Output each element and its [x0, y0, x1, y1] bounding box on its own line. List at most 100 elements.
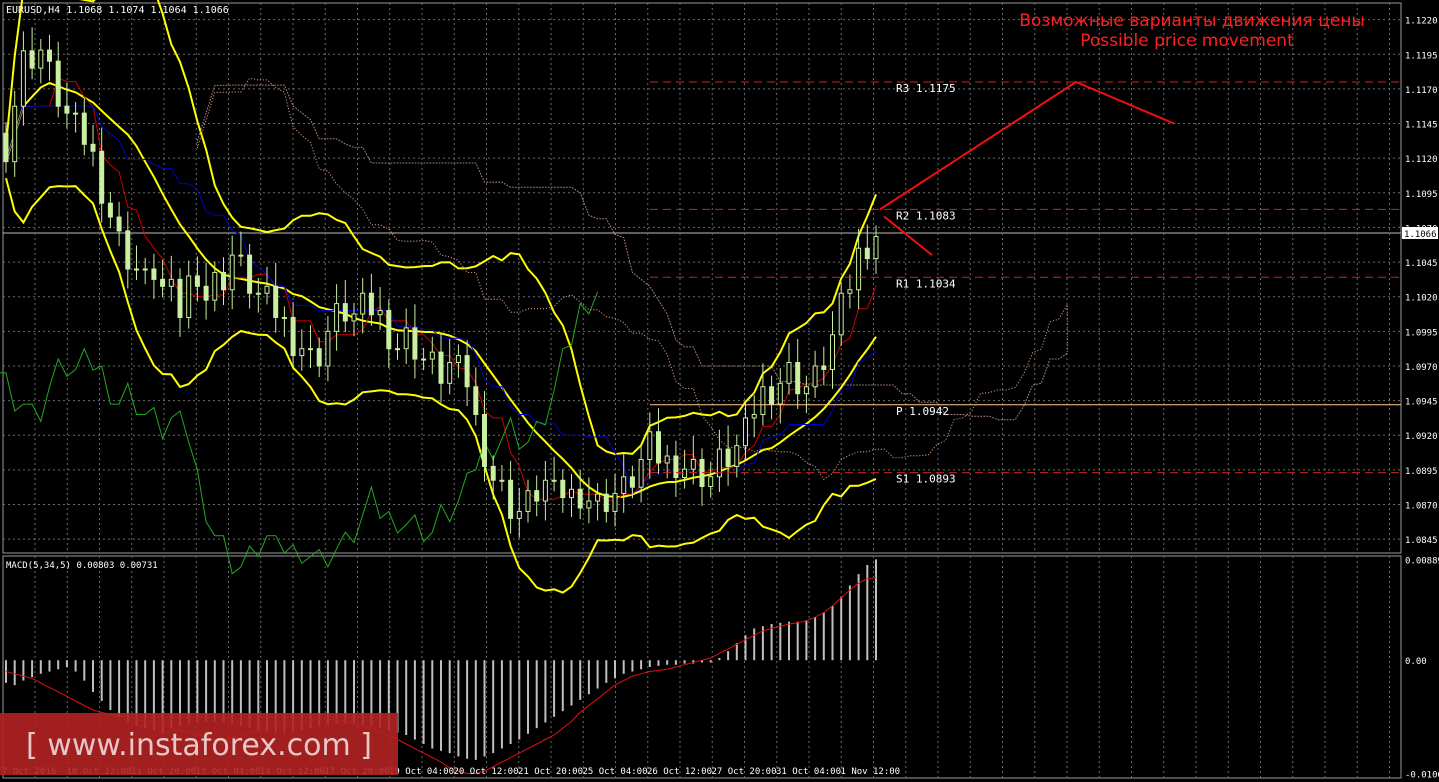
- candle-body[interactable]: [769, 386, 775, 405]
- candle-body[interactable]: [525, 490, 531, 512]
- candle-body[interactable]: [360, 292, 366, 315]
- candle-body[interactable]: [560, 479, 566, 499]
- candle-body[interactable]: [864, 247, 870, 260]
- candle-body[interactable]: [368, 292, 374, 316]
- candle-body[interactable]: [438, 351, 444, 384]
- candle-body[interactable]: [64, 105, 70, 114]
- candle-body[interactable]: [186, 275, 192, 318]
- candle-body[interactable]: [838, 292, 844, 336]
- candle-body[interactable]: [12, 105, 18, 163]
- candle-body[interactable]: [725, 448, 731, 467]
- candle-body[interactable]: [551, 479, 557, 482]
- candle-body[interactable]: [577, 488, 583, 509]
- candle-body[interactable]: [255, 292, 261, 295]
- candle-body[interactable]: [203, 285, 209, 301]
- candle-body[interactable]: [542, 479, 548, 502]
- candle-body[interactable]: [395, 348, 400, 351]
- candle-body[interactable]: [473, 386, 479, 415]
- candle-body[interactable]: [455, 355, 461, 364]
- candle-body[interactable]: [377, 310, 383, 316]
- candle-body[interactable]: [107, 202, 113, 218]
- candle-body[interactable]: [151, 268, 157, 280]
- candle-body[interactable]: [177, 278, 183, 318]
- candle-body[interactable]: [325, 330, 331, 367]
- candle-body[interactable]: [751, 413, 757, 419]
- candle-body[interactable]: [229, 254, 235, 291]
- candle-body[interactable]: [621, 476, 627, 494]
- candle-body[interactable]: [273, 285, 279, 318]
- candle-body[interactable]: [664, 455, 670, 464]
- candle-body[interactable]: [116, 216, 122, 232]
- candle-body[interactable]: [316, 348, 322, 367]
- chart-canvas[interactable]: R3 1.1175 R2 1.1083 R1 1.1034 P 1.0942 S1 1.…: [0, 0, 1439, 782]
- candle-body[interactable]: [99, 150, 105, 204]
- candle-body[interactable]: [20, 50, 26, 107]
- candle-body[interactable]: [81, 112, 87, 145]
- candle-body[interactable]: [708, 476, 714, 488]
- candle-body[interactable]: [134, 268, 139, 271]
- candle-body[interactable]: [873, 235, 879, 260]
- candle-body[interactable]: [142, 268, 148, 271]
- candle-body[interactable]: [743, 417, 748, 447]
- candle-body[interactable]: [342, 303, 348, 322]
- candle-body[interactable]: [299, 348, 305, 357]
- candle-body[interactable]: [73, 112, 79, 115]
- candle-body[interactable]: [516, 510, 522, 519]
- candle-body[interactable]: [29, 50, 35, 69]
- candles[interactable]: [3, 27, 879, 538]
- candle-body[interactable]: [629, 476, 635, 488]
- candle-body[interactable]: [429, 351, 435, 360]
- candle-body[interactable]: [38, 49, 44, 69]
- candle-body[interactable]: [160, 278, 166, 287]
- candle-body[interactable]: [386, 310, 392, 350]
- candle-body[interactable]: [673, 455, 679, 478]
- candle-body[interactable]: [334, 303, 340, 332]
- candle-body[interactable]: [482, 413, 487, 467]
- candle-body[interactable]: [412, 327, 418, 360]
- candle-body[interactable]: [212, 271, 218, 301]
- candle-body[interactable]: [421, 358, 427, 361]
- candle-body[interactable]: [221, 271, 226, 291]
- candle-body[interactable]: [403, 327, 409, 350]
- candle-body[interactable]: [194, 275, 200, 287]
- candle-body[interactable]: [847, 289, 853, 294]
- candle-body[interactable]: [490, 465, 496, 481]
- candle-body[interactable]: [351, 313, 357, 322]
- candle-body[interactable]: [682, 468, 688, 478]
- candle-body[interactable]: [534, 490, 540, 502]
- candle-body[interactable]: [55, 60, 61, 107]
- candle-body[interactable]: [856, 247, 862, 291]
- candle-body[interactable]: [734, 445, 740, 467]
- candle-body[interactable]: [499, 479, 505, 482]
- candle-body[interactable]: [821, 365, 827, 370]
- candle-body[interactable]: [586, 500, 592, 509]
- candle-body[interactable]: [264, 285, 270, 294]
- candle-body[interactable]: [777, 382, 783, 405]
- candle-body[interactable]: [603, 493, 609, 512]
- candle-body[interactable]: [786, 362, 792, 384]
- candle-body[interactable]: [647, 431, 653, 460]
- candle-body[interactable]: [656, 431, 661, 464]
- candle-body[interactable]: [238, 254, 244, 257]
- candle-body[interactable]: [3, 132, 9, 163]
- candle-body[interactable]: [690, 458, 696, 470]
- candle-body[interactable]: [47, 49, 52, 62]
- candle-body[interactable]: [125, 230, 131, 270]
- candle-body[interactable]: [290, 316, 296, 357]
- candle-body[interactable]: [308, 348, 313, 351]
- candle-body[interactable]: [830, 334, 835, 370]
- candle-body[interactable]: [638, 458, 644, 488]
- candle-body[interactable]: [803, 386, 809, 395]
- candle-body[interactable]: [795, 362, 801, 395]
- candle-body[interactable]: [90, 143, 96, 152]
- candle-body[interactable]: [464, 355, 470, 388]
- candle-body[interactable]: [508, 479, 514, 519]
- candle-body[interactable]: [760, 386, 766, 415]
- candle-body[interactable]: [595, 493, 601, 502]
- candle-body[interactable]: [447, 362, 453, 384]
- candle-body[interactable]: [247, 254, 253, 294]
- candle-body[interactable]: [812, 365, 818, 388]
- candle-body[interactable]: [569, 488, 574, 499]
- candle-body[interactable]: [168, 278, 174, 287]
- candle-body[interactable]: [281, 316, 287, 319]
